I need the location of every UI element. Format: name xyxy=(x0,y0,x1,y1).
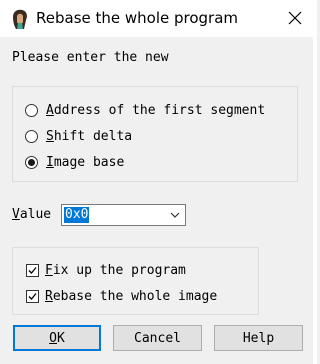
radio-image-base[interactable]: Image base xyxy=(25,152,124,172)
title-bar: Rebase the whole program xyxy=(0,0,317,37)
window-edge xyxy=(313,37,317,364)
close-icon xyxy=(288,11,302,25)
close-button[interactable] xyxy=(280,4,310,32)
checkbox-label: Rebase the whole image xyxy=(45,288,218,304)
dialog-title: Rebase the whole program xyxy=(36,9,239,27)
ok-label: OK xyxy=(49,330,65,346)
value-combobox[interactable]: 0x0 xyxy=(61,204,186,226)
value-input[interactable]: 0x0 xyxy=(64,207,90,223)
radio-label: Address of the first segment xyxy=(46,102,266,118)
radio-shift-delta[interactable]: Shift delta xyxy=(25,126,132,146)
checkmark-icon xyxy=(28,266,37,274)
radio-button[interactable] xyxy=(25,103,38,117)
checkbox[interactable] xyxy=(26,263,39,277)
radio-label: Image base xyxy=(46,154,125,170)
ok-button[interactable]: OK xyxy=(13,325,101,351)
checkbox-label: Fix up the program xyxy=(45,262,186,278)
cancel-label: Cancel xyxy=(134,330,181,346)
radio-button[interactable] xyxy=(25,155,38,169)
checkbox-fix-up-program[interactable]: Fix up the program xyxy=(26,260,186,280)
help-label: Help xyxy=(242,330,275,346)
value-label: Value xyxy=(12,207,52,222)
radio-address-first-segment[interactable]: Address of the first segment xyxy=(25,100,265,120)
checkmark-icon xyxy=(28,292,37,300)
ida-pro-icon xyxy=(9,8,31,30)
chevron-down-icon[interactable] xyxy=(170,212,180,218)
help-button[interactable]: Help xyxy=(214,325,303,351)
radio-label: Shift delta xyxy=(46,128,133,144)
cancel-button[interactable]: Cancel xyxy=(113,325,202,351)
radio-button[interactable] xyxy=(25,129,38,143)
checkbox-rebase-whole-image[interactable]: Rebase the whole image xyxy=(26,286,217,306)
prompt-text: Please enter the new xyxy=(12,50,169,65)
checkbox[interactable] xyxy=(26,289,39,303)
